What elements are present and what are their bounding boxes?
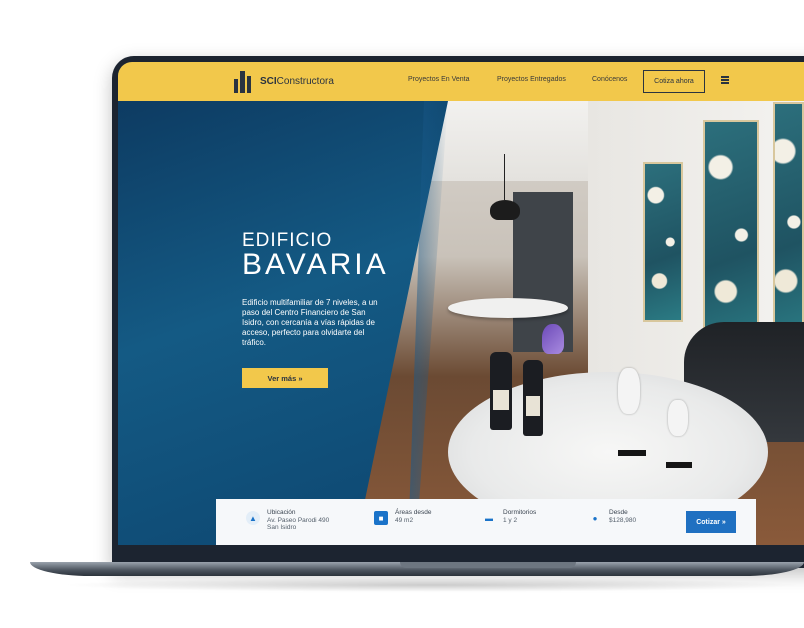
area-icon: ■ xyxy=(374,511,388,525)
doorway xyxy=(513,192,573,352)
laptop-notch xyxy=(400,562,576,568)
sculpture xyxy=(668,400,688,436)
info-price: ● Desde $128,980 xyxy=(588,509,637,525)
price-tag-icon: ● xyxy=(592,513,598,523)
laptop-shadow xyxy=(60,578,804,592)
brand-name: SCIConstructora xyxy=(260,76,334,87)
artwork xyxy=(703,120,759,350)
nav-about-us[interactable]: Conócenos xyxy=(592,76,627,83)
info-bar: ▲ Ubicación Av. Paseo Parodi 490 San Isi… xyxy=(216,499,756,545)
top-nav: SCIConstructora Proyectos En Venta Proye… xyxy=(118,62,804,101)
quote-now-button[interactable]: Cotiza ahora xyxy=(643,70,705,93)
wine-bottle xyxy=(523,360,543,436)
location-address: Av. Paseo Parodi 490 xyxy=(267,516,330,524)
see-more-button[interactable]: Ver más » xyxy=(242,368,328,388)
info-location: ▲ Ubicación Av. Paseo Parodi 490 San Isi… xyxy=(246,509,329,532)
nav-delivered-projects[interactable]: Proyectos Entregados xyxy=(497,76,566,83)
crystal-decor xyxy=(542,324,564,354)
laptop-screen: EDIFICIO BAVARIA Edificio multifamiliar … xyxy=(118,62,804,545)
quote-button[interactable]: Cotizar » xyxy=(686,511,736,533)
area-label: Áreas desde xyxy=(395,509,432,516)
wine-bottle xyxy=(490,352,512,430)
hamburger-icon[interactable] xyxy=(721,76,729,84)
brand-name-rest: Constructora xyxy=(276,75,334,87)
hero-description: Edificio multifamiliar de 7 niveles, a u… xyxy=(242,298,378,347)
area-value: 49 m2 xyxy=(395,516,414,524)
price-label: Desde xyxy=(609,509,628,516)
artwork xyxy=(773,102,804,342)
artwork xyxy=(643,162,683,322)
brand-name-bold: SCI xyxy=(260,75,277,87)
hero-title-line2: BAVARIA xyxy=(242,248,389,281)
info-rooms: ▬ Dormitorios 1 y 2 xyxy=(482,509,536,525)
rooms-value: 1 y 2 xyxy=(503,516,518,524)
building-icon: ▲ xyxy=(246,511,260,525)
sculpture-stand xyxy=(666,462,692,468)
location-label: Ubicación xyxy=(267,509,296,516)
logo[interactable]: SCIConstructora xyxy=(232,69,334,93)
pendant-lamp xyxy=(490,200,520,220)
sculpture xyxy=(618,368,640,414)
dining-table xyxy=(448,298,568,318)
rooms-label: Dormitorios xyxy=(503,509,537,516)
lamp-cord xyxy=(504,154,505,200)
price-value: $128,980 xyxy=(609,516,637,524)
location-district: San Isidro xyxy=(267,524,297,531)
nav-projects-for-sale[interactable]: Proyectos En Venta xyxy=(408,76,469,83)
building-logo-icon xyxy=(232,69,254,93)
sculpture-stand xyxy=(618,450,646,456)
info-area: ■ Áreas desde 49 m2 xyxy=(374,509,432,525)
bed-icon: ▬ xyxy=(485,513,493,523)
